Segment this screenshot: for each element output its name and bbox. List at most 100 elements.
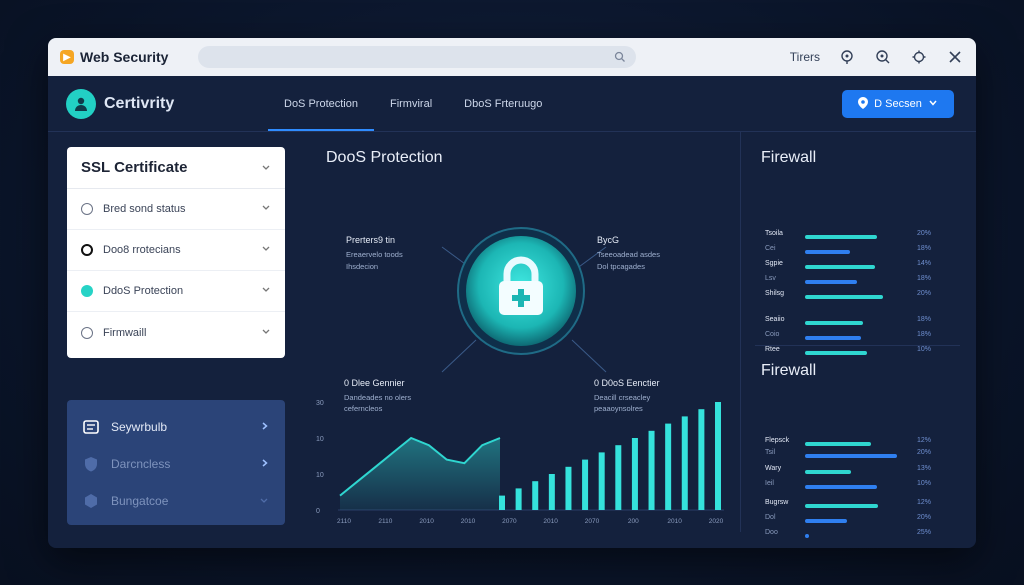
radio-button[interactable] <box>81 203 93 215</box>
tab-firewall[interactable]: Firmviral <box>374 76 448 131</box>
user-shield-icon <box>66 88 96 119</box>
chart-bar <box>515 488 522 510</box>
side-item-label: Darcncless <box>111 456 171 471</box>
firewall-bar-track <box>805 504 905 508</box>
side-item-label: Seywrbulb <box>111 419 168 434</box>
brand: ▶ Web Security <box>60 49 198 65</box>
x-tick-label: 2010 <box>419 518 434 525</box>
x-tick-label: 200 <box>628 518 639 525</box>
tab-dos-features[interactable]: DbοS Frteruugo <box>448 76 558 131</box>
firewall-bar <box>805 519 847 523</box>
firewall-row-value: 20% <box>917 449 932 456</box>
firewall-bar-track <box>805 351 905 355</box>
chevron-down-icon[interactable] <box>261 244 271 256</box>
firewall-row-label: Shilsg <box>765 290 785 297</box>
ssl-option-ddos-protection[interactable]: DdoS Protection <box>67 271 285 312</box>
firewall-row-label: Wary <box>765 465 782 472</box>
chart-bar <box>615 445 622 510</box>
firewall-row: Shilsg 20% <box>765 290 945 304</box>
firewall-row: Coio 18% <box>765 331 945 345</box>
chevron-right-icon <box>261 420 269 434</box>
firewall-row: Cei 18% <box>765 245 945 259</box>
firewall-row-value: 20% <box>917 290 932 297</box>
session-dropdown-button[interactable]: D Secsen <box>842 90 954 118</box>
side-item-security-bulb[interactable]: Seywrbulb <box>67 408 285 445</box>
firewall-row-label: Sgpie <box>765 260 783 267</box>
close-icon[interactable] <box>946 48 964 66</box>
side-item-defences[interactable]: Darcncless <box>67 445 285 482</box>
annotation-subtitle: Ereaervelo toods <box>346 250 403 259</box>
chart-bar <box>499 495 505 510</box>
firewall-row: Tsil 20% <box>765 449 945 463</box>
firewall-row-label: Seaiio <box>765 316 785 323</box>
ssl-panel-header[interactable]: SSL Certificate <box>67 147 285 189</box>
firewall-bar-track <box>805 534 905 538</box>
side-item-label: Bungatcoe <box>111 493 169 508</box>
chart-bar <box>715 402 721 510</box>
address-bar[interactable] <box>198 46 636 68</box>
firewall-row: Dol 20% <box>765 514 945 528</box>
firewall-row-label: Lsv <box>765 275 776 282</box>
ssl-option-brand-status[interactable]: Bred sond status <box>67 189 285 230</box>
firewall-row-label: Doo <box>765 529 778 536</box>
firewall-bar <box>805 235 877 239</box>
firewall-row-label: Bugrsw <box>765 499 789 506</box>
chart-bar <box>532 481 539 510</box>
chevron-down-icon[interactable] <box>261 285 271 297</box>
firewall-row-label: Tsil <box>765 449 776 456</box>
ssl-option-label: Firmwaill <box>103 326 147 339</box>
firewall-bar-track <box>805 280 905 284</box>
search-icon[interactable] <box>614 50 626 68</box>
ssl-option-firewall[interactable]: Firmwaill <box>67 312 285 353</box>
chevron-down-icon <box>259 494 269 508</box>
firewall-row-value: 20% <box>917 514 932 521</box>
firewall-row-label: Dol <box>765 514 776 521</box>
chart-bar <box>548 474 555 510</box>
chart-bar <box>631 438 638 510</box>
firewall-row-label: Ieil <box>765 480 774 487</box>
x-tick-label: 2110 <box>337 518 351 525</box>
annotation-subtitle: Ihsdecion <box>346 262 379 271</box>
firewall-bar <box>805 442 871 446</box>
ssl-option-dos-protections[interactable]: Doo8 rrotecians <box>67 230 285 271</box>
list-icon <box>83 419 99 435</box>
zoom-icon[interactable] <box>874 48 892 66</box>
nav-bar: Certivrity DoS Protection Firmviral DbοS… <box>48 76 976 132</box>
firewall-row-label: Coio <box>765 331 780 338</box>
tab-dos-protection[interactable]: DoS Protection <box>268 76 374 131</box>
firewall-bar-track <box>805 295 905 299</box>
side-item-bungatcoe[interactable]: Bungatcoe <box>67 482 285 519</box>
firewall-bar <box>805 470 851 474</box>
chevron-down-icon[interactable] <box>261 327 271 339</box>
firewall-row-value: 12% <box>917 499 932 506</box>
firewall-row: Wary 13% <box>765 465 945 479</box>
titlebar-text-button[interactable]: Tirers <box>790 50 820 64</box>
chart-bar <box>681 416 688 510</box>
firewall-row-value: 14% <box>917 260 932 267</box>
radio-button-selected[interactable] <box>81 285 93 297</box>
chevron-down-icon[interactable] <box>261 203 271 215</box>
radio-button[interactable] <box>81 244 93 256</box>
firewall-bar <box>805 534 809 538</box>
firewall-bar <box>805 336 861 340</box>
chevron-down-icon[interactable] <box>261 159 271 176</box>
firewall-row-label: Flepsck <box>765 437 790 444</box>
app-name: Certivrity <box>104 94 175 112</box>
title-actions: Tirers <box>790 48 964 66</box>
firewall-row-value: 25% <box>917 529 932 536</box>
annotation-title: Prerters9 tin <box>346 235 396 245</box>
firewall-bar-track <box>805 250 905 254</box>
location-pin-icon[interactable] <box>838 48 856 66</box>
chevron-right-icon <box>261 457 269 471</box>
chevron-down-icon <box>928 98 938 110</box>
brand-title: Web Security <box>80 49 169 65</box>
chart-bar <box>582 459 589 510</box>
area-fill <box>340 438 500 510</box>
firewall-bar-track <box>805 470 905 474</box>
hexagon-icon <box>83 493 99 509</box>
firewall-row-value: 10% <box>917 346 932 353</box>
settings-icon[interactable] <box>910 48 928 66</box>
title-bar: ▶ Web Security Tirers <box>48 38 976 76</box>
annotation-subtitle: Dol tpcagades <box>597 262 645 271</box>
radio-button[interactable] <box>81 326 93 339</box>
